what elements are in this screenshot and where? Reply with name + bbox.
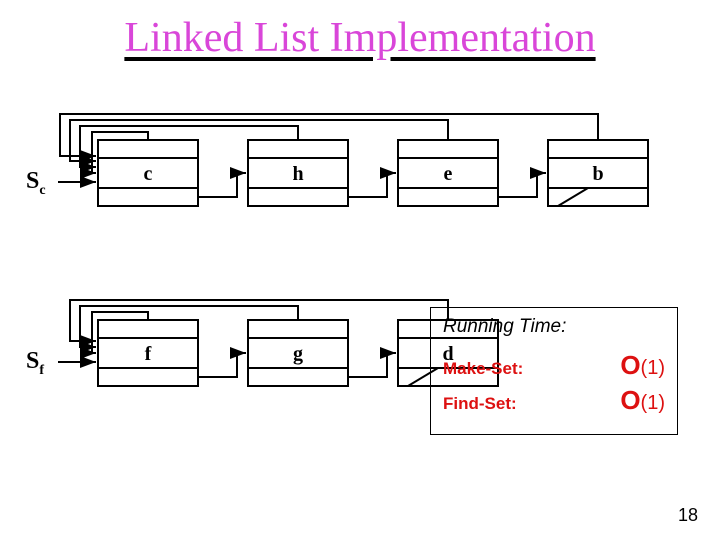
node-h: h xyxy=(248,140,348,206)
rt-find-set-label: Find-Set: xyxy=(443,394,517,414)
page-number: 18 xyxy=(678,505,698,526)
rt-make-set-value: O(1) xyxy=(620,350,665,381)
node-g: g xyxy=(248,320,348,386)
svg-text:e: e xyxy=(444,163,453,185)
svg-text:g: g xyxy=(293,343,303,365)
next-c-h xyxy=(198,173,246,197)
set-sf-label: Sf xyxy=(26,348,44,378)
node-e: e xyxy=(398,140,498,206)
svg-text:h: h xyxy=(292,163,303,185)
svg-text:f: f xyxy=(145,343,152,365)
next-f-g xyxy=(198,353,246,377)
node-b: b xyxy=(548,140,648,206)
rt-make-set-label: Make-Set: xyxy=(443,359,523,379)
next-g-d xyxy=(348,353,396,377)
running-time-row: Make-Set: O(1) xyxy=(443,350,665,381)
next-e-b xyxy=(498,173,546,197)
slide-title: Linked List Implementation xyxy=(0,0,720,62)
next-h-e xyxy=(348,173,396,197)
running-time-row: Find-Set: O(1) xyxy=(443,385,665,416)
running-time-header: Running Time: xyxy=(443,316,665,338)
running-time-panel: Running Time: Make-Set: O(1) Find-Set: O… xyxy=(430,307,678,435)
svg-text:c: c xyxy=(144,163,153,185)
svg-text:b: b xyxy=(592,163,603,185)
set-sc-label: Sc xyxy=(26,168,46,198)
node-c: c xyxy=(98,140,198,206)
rt-find-set-value: O(1) xyxy=(620,385,665,416)
node-f: f xyxy=(98,320,198,386)
